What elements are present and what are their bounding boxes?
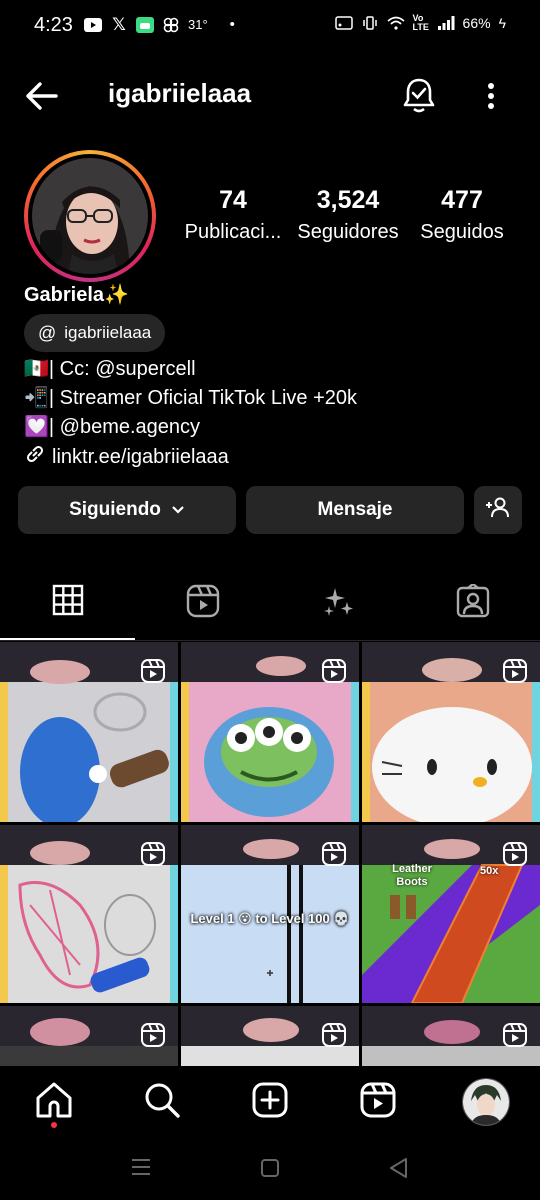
status-temperature: 31°	[188, 17, 208, 32]
status-right-icons: Vo LTE 66% ϟ	[334, 13, 506, 32]
profile-username: igabriielaaa	[108, 78, 252, 108]
status-time: 4:23	[34, 14, 73, 36]
posts-stat[interactable]: 74 Publicaci...	[172, 186, 294, 244]
sparkles-icon	[323, 588, 353, 616]
nav-reels[interactable]	[358, 1080, 398, 1120]
add-post-icon	[252, 1082, 288, 1118]
grid-post[interactable]	[0, 1006, 178, 1066]
display-name: Gabriela✨	[24, 284, 129, 306]
message-label: Mensaje	[317, 499, 393, 520]
tagged-icon	[456, 584, 489, 618]
reel-icon	[141, 659, 165, 683]
grid-icon	[52, 584, 83, 616]
home-icon	[36, 1082, 72, 1118]
youtube-icon	[84, 17, 102, 33]
posts-label: Publicaci...	[184, 221, 282, 243]
home-square-icon	[261, 1159, 279, 1177]
vibrate-icon	[361, 15, 379, 31]
following-count: 477	[441, 186, 483, 214]
grid-post[interactable]: Leather Boots 50x	[362, 825, 540, 1003]
add-user-icon	[485, 496, 511, 524]
grid-post[interactable]: Level 1 😮 to Level 100 💀	[181, 825, 359, 1003]
tab-tagged[interactable]	[405, 584, 540, 628]
search-icon	[145, 1083, 180, 1118]
recents-button[interactable]	[130, 1158, 152, 1181]
grid-post[interactable]	[0, 642, 178, 822]
wifi-icon	[386, 15, 405, 31]
followers-label: Seguidores	[297, 221, 399, 243]
reel-icon	[322, 842, 346, 866]
bio-line-2: 📲| Streamer Oficial TikTok Live +20k	[24, 387, 357, 409]
chevron-down-icon	[171, 499, 185, 521]
x-icon: 𝕏	[112, 14, 126, 34]
back-button[interactable]	[24, 78, 60, 114]
followers-count: 3,524	[316, 186, 380, 214]
nav-home[interactable]	[34, 1080, 74, 1120]
suggest-user-button[interactable]	[474, 486, 522, 534]
cast-icon	[334, 15, 353, 31]
level-caption: Level 1 😮 to Level 100 💀	[190, 911, 350, 926]
grid-post[interactable]	[362, 642, 540, 822]
tab-posts-grid[interactable]	[0, 584, 135, 628]
multiplier-caption: 50x	[480, 865, 499, 877]
tab-reels[interactable]	[135, 584, 270, 628]
network-label: Vo LTE	[412, 13, 429, 32]
link-icon	[24, 443, 46, 471]
status-dot-icon: •	[229, 16, 235, 33]
reels-icon	[360, 1082, 396, 1118]
battery-level: 66%	[462, 15, 491, 31]
followers-stat[interactable]: 3,524 Seguidores	[292, 186, 404, 244]
reel-icon	[503, 1023, 527, 1047]
grid-post[interactable]	[362, 1006, 540, 1066]
recents-icon	[132, 1159, 150, 1175]
status-bar: 4:23 𝕏 31° • Vo LTE 66% ϟ	[0, 0, 540, 52]
following-stat[interactable]: 477 Seguidos	[412, 186, 512, 244]
following-label: Seguidos	[420, 221, 504, 243]
active-tab-indicator	[0, 638, 135, 640]
nav-create[interactable]	[250, 1080, 290, 1120]
bio-link[interactable]: linktr.ee/igabriielaaa	[24, 443, 229, 471]
nav-search[interactable]	[142, 1080, 182, 1120]
android-icon	[136, 16, 154, 33]
following-label: Siguiendo	[69, 499, 161, 520]
message-button[interactable]: Mensaje	[246, 486, 464, 534]
notification-bell-button[interactable]	[400, 76, 438, 114]
leather-caption: Leather Boots	[392, 863, 432, 888]
grid-post[interactable]	[181, 642, 359, 822]
link-text: linktr.ee/igabriielaaa	[52, 445, 229, 468]
reels-icon	[186, 584, 219, 618]
reel-icon	[322, 1023, 346, 1047]
reel-icon	[141, 1023, 165, 1047]
tab-ai[interactable]	[270, 584, 405, 628]
bio-line-1: 🇲🇽| Cc: @supercell	[24, 358, 196, 380]
following-button[interactable]: Siguiendo	[18, 486, 236, 534]
reel-icon	[141, 842, 165, 866]
charging-icon: ϟ	[498, 15, 506, 31]
reel-icon	[503, 842, 527, 866]
status-left-icons: 𝕏 31° •	[84, 14, 235, 34]
bio-line-3: 💟| @beme.agency	[24, 416, 201, 438]
posts-grid: Level 1 😮 to Level 100 💀 Leather Boots 5…	[0, 642, 540, 1066]
threads-handle: igabriielaaa	[64, 323, 152, 342]
notification-dot	[51, 1122, 57, 1128]
more-options-icon[interactable]	[478, 80, 504, 114]
signal-icon	[437, 15, 455, 31]
grid-post[interactable]	[181, 1006, 359, 1066]
threads-icon: @	[38, 322, 57, 343]
reel-icon	[503, 659, 527, 683]
nav-profile-avatar[interactable]	[462, 1078, 510, 1126]
posts-count: 74	[219, 186, 247, 214]
home-system-button[interactable]	[260, 1158, 280, 1183]
tab-divider	[0, 640, 540, 641]
avatar[interactable]	[32, 158, 148, 274]
back-triangle-icon	[390, 1158, 407, 1178]
back-system-button[interactable]	[388, 1157, 408, 1184]
threads-badge[interactable]: @ igabriielaaa	[24, 314, 166, 352]
reel-icon	[322, 659, 346, 683]
pinwheel-icon	[162, 17, 180, 33]
grid-post[interactable]	[0, 825, 178, 1003]
